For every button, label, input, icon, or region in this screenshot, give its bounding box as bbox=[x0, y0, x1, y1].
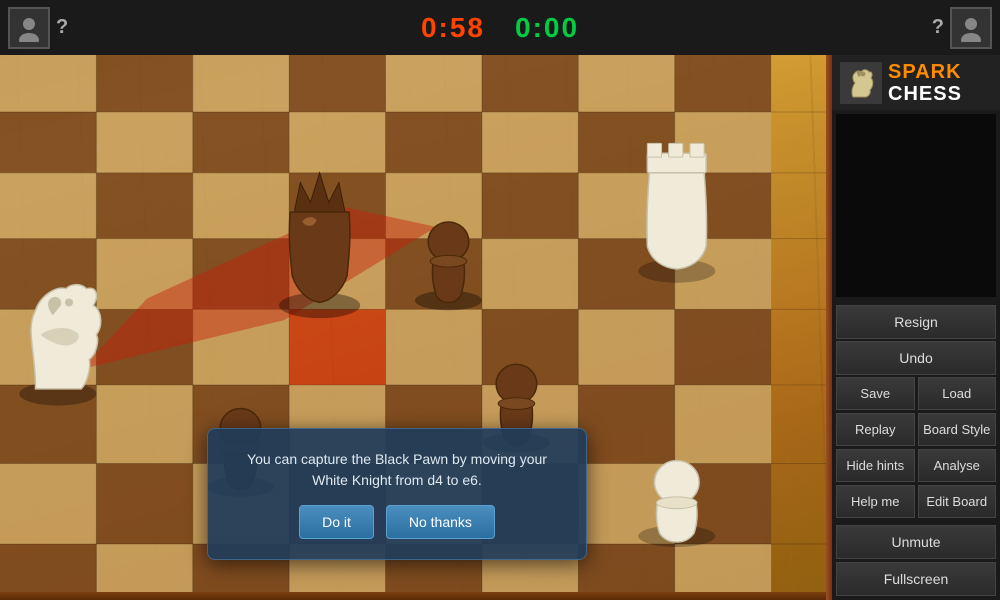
edit-board-button[interactable]: Edit Board bbox=[918, 485, 997, 518]
brand-name: SPARK CHESS bbox=[888, 61, 962, 105]
do-it-button[interactable]: Do it bbox=[299, 505, 374, 539]
brand-chess: CHESS bbox=[888, 83, 962, 105]
load-button[interactable]: Load bbox=[918, 377, 997, 410]
replay-button[interactable]: Replay bbox=[836, 413, 915, 446]
replay-boardstyle-row: Replay Board Style bbox=[836, 413, 996, 446]
hint-dialog: You can capture the Black Pawn by moving… bbox=[207, 428, 587, 560]
main-area: You can capture the Black Pawn by moving… bbox=[0, 55, 1000, 600]
hide-hints-button[interactable]: Hide hints bbox=[836, 449, 915, 482]
fullscreen-button[interactable]: Fullscreen bbox=[836, 562, 996, 596]
chat-area bbox=[836, 114, 996, 297]
avatar-right bbox=[950, 7, 992, 49]
analyse-button[interactable]: Analyse bbox=[918, 449, 997, 482]
hints-analyse-row: Hide hints Analyse bbox=[836, 449, 996, 482]
timer-left: 0:58 bbox=[421, 12, 485, 44]
player-left-area: ? bbox=[0, 7, 76, 49]
player-left-name: ? bbox=[56, 16, 68, 39]
unmute-button[interactable]: Unmute bbox=[836, 525, 996, 559]
timer-right: 0:00 bbox=[515, 12, 579, 44]
dialog-buttons: Do it No thanks bbox=[238, 505, 556, 539]
chess-board-area[interactable]: You can capture the Black Pawn by moving… bbox=[0, 55, 832, 600]
brand-logo: SPARK CHESS bbox=[832, 55, 1000, 110]
help-me-button[interactable]: Help me bbox=[836, 485, 915, 518]
brand-horse-icon bbox=[840, 62, 882, 104]
timers-area: 0:58 0:00 bbox=[76, 12, 924, 44]
hint-message: You can capture the Black Pawn by moving… bbox=[238, 449, 556, 491]
save-load-row: Save Load bbox=[836, 377, 996, 410]
resign-button[interactable]: Resign bbox=[836, 305, 996, 339]
undo-button[interactable]: Undo bbox=[836, 341, 996, 375]
header: ? 0:58 0:00 ? bbox=[0, 0, 1000, 55]
board-style-button[interactable]: Board Style bbox=[918, 413, 997, 446]
avatar-left bbox=[8, 7, 50, 49]
player-right-name: ? bbox=[932, 16, 944, 39]
player-right-area: ? bbox=[924, 7, 1000, 49]
no-thanks-button[interactable]: No thanks bbox=[386, 505, 495, 539]
helpme-editboard-row: Help me Edit Board bbox=[836, 485, 996, 518]
brand-spark: SPARK bbox=[888, 61, 962, 83]
save-button[interactable]: Save bbox=[836, 377, 915, 410]
sidebar-controls: Resign Undo Save Load Replay Board Style… bbox=[832, 301, 1000, 525]
sidebar: SPARK CHESS Resign Undo Save Load Replay… bbox=[832, 55, 1000, 600]
